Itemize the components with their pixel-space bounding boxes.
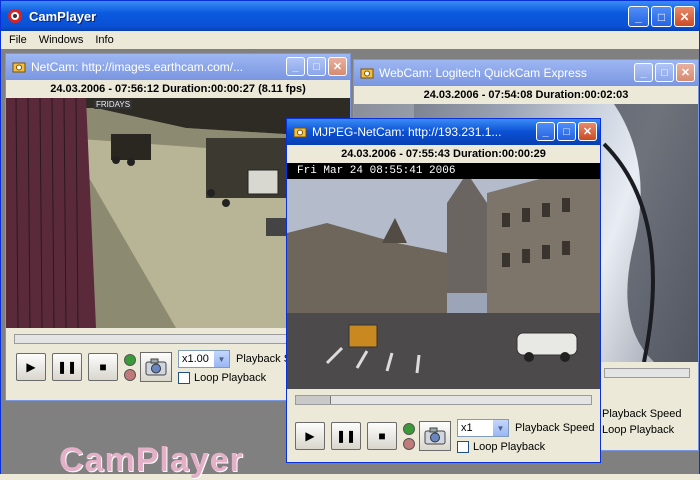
menu-file[interactable]: File (9, 34, 27, 46)
menu-windows[interactable]: Windows (39, 34, 84, 46)
app-minimize-button[interactable]: _ (628, 6, 649, 27)
netcam-window-title: NetCam: http://images.earthcam.com/... (31, 60, 244, 74)
webcam-seek-bar[interactable] (604, 368, 690, 378)
mjpeg-snapshot-button[interactable] (419, 421, 451, 451)
menu-info[interactable]: Info (95, 34, 113, 46)
checkbox-box[interactable] (178, 372, 190, 384)
netcam-close-button[interactable]: ✕ (328, 57, 347, 76)
netcam-loop-label: Loop Playback (194, 372, 267, 384)
netcam-maximize-button[interactable]: □ (307, 57, 326, 76)
mjpeg-window-titlebar[interactable]: MJPEG-NetCam: http://193.231.1... _ □ ✕ (287, 119, 600, 145)
netcam-play-button[interactable]: ▶ (16, 353, 46, 381)
mjpeg-pause-button[interactable]: ❚❚ (331, 422, 361, 450)
app-titlebar[interactable]: CamPlayer _ □ ✕ (1, 1, 699, 31)
mjpeg-loop-label: Loop Playback (473, 441, 546, 453)
mjpeg-green-led-icon (403, 422, 415, 435)
webcam-speed-label: Playback Speed (602, 408, 682, 420)
mjpeg-play-button[interactable]: ▶ (295, 422, 325, 450)
netcam-speed-select[interactable]: x1.00 ▼ (178, 350, 230, 368)
mjpeg-loop-checkbox[interactable]: Loop Playback (457, 441, 595, 453)
netcam-green-led-icon (124, 353, 136, 366)
mjpeg-timestamp-overlay: Fri Mar 24 08:55:41 2006 (287, 163, 600, 179)
mjpeg-stop-button[interactable]: ■ (367, 422, 397, 450)
webcam-maximize-button[interactable]: □ (655, 63, 674, 82)
webcam-window-title: WebCam: Logitech QuickCam Express (379, 66, 587, 80)
netcam-snapshot-button[interactable] (140, 352, 172, 382)
mjpeg-minimize-button[interactable]: _ (536, 122, 555, 141)
camplayer-watermark: CamPlayer (59, 441, 244, 479)
netcam-minimize-button[interactable]: _ (286, 57, 305, 76)
app-title: CamPlayer (29, 8, 97, 24)
camera-window-icon (12, 62, 26, 73)
webcam-close-button[interactable]: ✕ (676, 63, 695, 82)
app-maximize-button[interactable]: □ (651, 6, 672, 27)
netcam-window-titlebar[interactable]: NetCam: http://images.earthcam.com/... _… (6, 54, 350, 80)
netcam-speed-value: x1.00 (182, 353, 209, 365)
camera-icon (145, 358, 167, 376)
mjpeg-frame-image (287, 163, 600, 389)
camplayer-app-icon (8, 9, 22, 23)
chevron-down-icon[interactable]: ▼ (214, 351, 229, 367)
mjpeg-maximize-button[interactable]: □ (557, 122, 576, 141)
camera-icon (424, 427, 446, 445)
checkbox-box[interactable] (457, 441, 469, 453)
webcam-status-line: 24.03.2006 - 07:54:08 Duration:00:02:03 (354, 86, 698, 104)
mjpeg-speed-select[interactable]: x1 ▼ (457, 419, 509, 437)
menubar: File Windows Info (1, 31, 699, 49)
mjpeg-window[interactable]: MJPEG-NetCam: http://193.231.1... _ □ ✕ … (286, 118, 601, 463)
netcam-status-line: 24.03.2006 - 07:56:12 Duration:00:00:27 … (6, 80, 350, 98)
webcam-minimize-button[interactable]: _ (634, 63, 653, 82)
camplayer-app: CamPlayer _ □ ✕ File Windows Info CamPla… (0, 0, 700, 479)
mjpeg-status-line: 24.03.2006 - 07:55:43 Duration:00:00:29 (287, 145, 600, 163)
netcam-red-led-icon (124, 368, 136, 381)
netcam-stop-button[interactable]: ■ (88, 353, 118, 381)
webcam-window-titlebar[interactable]: WebCam: Logitech QuickCam Express _ □ ✕ (354, 60, 698, 86)
mjpeg-speed-value: x1 (461, 422, 473, 434)
chevron-down-icon[interactable]: ▼ (493, 420, 508, 436)
camera-window-icon (293, 127, 307, 138)
mjpeg-red-led-icon (403, 437, 415, 450)
mjpeg-video-frame: Fri Mar 24 08:55:41 2006 (287, 163, 600, 389)
store-sign: FRIDAYS (94, 100, 133, 109)
mjpeg-close-button[interactable]: ✕ (578, 122, 597, 141)
mjpeg-speed-label: Playback Speed (515, 422, 595, 434)
mjpeg-window-title: MJPEG-NetCam: http://193.231.1... (312, 125, 502, 139)
mjpeg-seek-bar[interactable] (295, 395, 592, 405)
netcam-pause-button[interactable]: ❚❚ (52, 353, 82, 381)
webcam-loop-label: Loop Playback (602, 424, 675, 436)
camera-window-icon (360, 68, 374, 79)
seek-thumb[interactable] (296, 396, 332, 404)
app-close-button[interactable]: ✕ (674, 6, 695, 27)
